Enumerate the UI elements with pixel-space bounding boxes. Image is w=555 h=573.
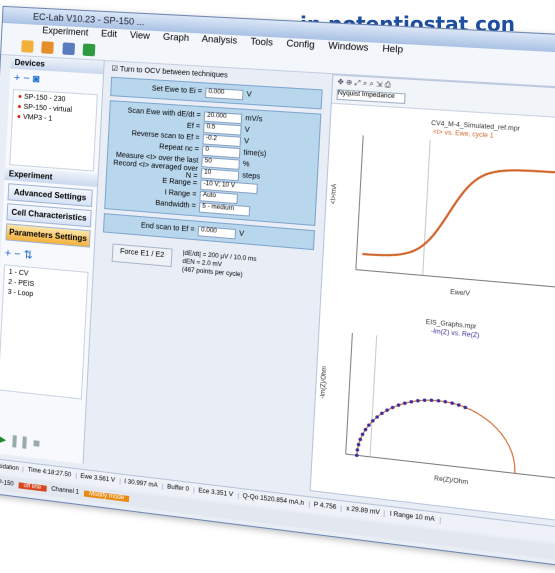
status-state: Oxidation bbox=[0, 462, 24, 473]
nyquist-point bbox=[463, 405, 468, 410]
chart2-ylabel: -Im(Z)/Ohm bbox=[320, 366, 328, 399]
nyquist-point bbox=[355, 447, 360, 452]
remove-technique-icon[interactable]: − bbox=[14, 248, 21, 261]
status-current: I 30.997 mA bbox=[119, 478, 164, 490]
chart1-ylabel: <I>/mA bbox=[331, 184, 339, 205]
save-icon[interactable] bbox=[62, 42, 75, 56]
bandwidth-select[interactable]: 5 - medium bbox=[198, 201, 251, 217]
end-input[interactable]: 0.000 bbox=[197, 225, 237, 239]
status-x: x 29.89 mV bbox=[341, 505, 386, 518]
nyquist-point bbox=[443, 399, 448, 404]
menu-edit[interactable]: Edit bbox=[101, 28, 117, 39]
parameters-area: ☑ Turn to OCV between techniques Set Ewe… bbox=[91, 61, 324, 490]
status-buffer: Buffer 0 bbox=[162, 483, 195, 494]
scan-panel: Scan Ewe with dE/dt = 20.000 mV/s Ef = 0.5 V… bbox=[104, 100, 322, 227]
force-button[interactable]: Force E1 / E2 bbox=[111, 243, 173, 268]
chart1-xlabel: Ewe/V bbox=[450, 290, 470, 298]
remove-device-icon[interactable]: − bbox=[23, 72, 30, 84]
nyquist-point bbox=[354, 453, 359, 458]
channel-label[interactable]: Channel 1 bbox=[46, 486, 84, 497]
chart1-legend: <I> vs. Ewe, cycle 1 bbox=[433, 129, 495, 140]
status-irange: I Range 10 mA bbox=[385, 510, 441, 524]
open-icon[interactable] bbox=[21, 40, 34, 53]
nyquist-point bbox=[450, 401, 455, 406]
menu-help[interactable]: Help bbox=[382, 43, 403, 55]
graph-area: CV4_M-4_Simulated_ref.mpr <I> vs. Ewe, c… bbox=[320, 121, 555, 486]
scan-info: |dE/dt| = 200 µV / 10.0 ms dEN = 2.0 mV … bbox=[182, 250, 257, 281]
device-icon[interactable]: ◙ bbox=[32, 73, 39, 85]
status-charge: Q-Qo 1520.854 mA.h bbox=[238, 492, 310, 508]
cv-curve bbox=[362, 159, 555, 271]
device-list: ● SP-150 - 230 ● SP-150 - virtual ● VMP3… bbox=[9, 88, 98, 172]
device-name: SP-150 bbox=[0, 479, 14, 488]
run-controls: ▶ ❚❚ ■ bbox=[0, 431, 41, 450]
set-input[interactable]: 0.000 bbox=[204, 87, 244, 100]
graph-panel: ✥ ⊕ ⤢ ⌕ ⌕ ⇲ ⎙ Nyquist Impedance CV4_M-4_… bbox=[309, 74, 555, 527]
menu-view[interactable]: View bbox=[130, 30, 151, 41]
status-ece: Ece 3.351 V bbox=[194, 487, 239, 500]
nyquist-points bbox=[354, 398, 468, 458]
add-device-icon[interactable]: + bbox=[14, 72, 21, 84]
chart2-xlabel: Re(Z)/Ohm bbox=[434, 476, 468, 486]
nyquist-point bbox=[456, 403, 461, 407]
nyquist-point bbox=[409, 399, 414, 404]
nyquist-fit-curve bbox=[357, 393, 519, 474]
menu-experiment[interactable]: Experiment bbox=[42, 25, 89, 38]
app-window: EC-Lab V10.23 - SP-150 ... Experiment Ed… bbox=[0, 5, 555, 573]
status-p: P 4.756 bbox=[309, 501, 342, 512]
stop-icon[interactable]: ■ bbox=[33, 436, 41, 451]
menu-graph[interactable]: Graph bbox=[163, 31, 190, 43]
menu-tools[interactable]: Tools bbox=[250, 36, 273, 48]
left-panel: Devices + − ◙ ● SP-150 - 230 ● SP-150 - … bbox=[0, 55, 105, 464]
nyquist-point bbox=[436, 398, 441, 403]
pause-icon[interactable]: ❚❚ bbox=[9, 433, 30, 449]
nyquist-point bbox=[429, 398, 434, 403]
nyquist-point bbox=[390, 405, 395, 410]
end-label: End scan to Ef = bbox=[140, 222, 195, 234]
add-technique-icon[interactable]: + bbox=[4, 247, 11, 260]
play-icon[interactable]: ▶ bbox=[0, 431, 7, 446]
nyquist-point bbox=[358, 437, 363, 442]
folder-icon[interactable] bbox=[41, 41, 55, 55]
nyquist-point bbox=[416, 398, 420, 403]
nyquist-point bbox=[356, 442, 361, 447]
status-time: Time 4:18:27.50 bbox=[23, 466, 77, 480]
status-ewe: Ewe 3.561 V bbox=[76, 473, 121, 485]
technique-list: 1 - CV 2 - PEIS 3 - Loop bbox=[0, 264, 89, 400]
offline-badge: off line bbox=[18, 482, 47, 492]
move-technique-icon[interactable]: ⇅ bbox=[23, 249, 33, 262]
run-icon[interactable] bbox=[82, 43, 96, 57]
scan-unit: mV/s bbox=[245, 115, 263, 124]
nyquist-point bbox=[402, 401, 407, 406]
nyquist-point bbox=[396, 403, 401, 408]
ocv-checkbox[interactable]: ☑ bbox=[111, 66, 118, 74]
set-label: Set Ewe to Ei = bbox=[151, 85, 203, 96]
menu-analysis[interactable]: Analysis bbox=[201, 33, 237, 45]
menu-config[interactable]: Config bbox=[286, 38, 315, 50]
nyquist-point bbox=[422, 398, 427, 403]
modify-mode-badge: Modify mode bbox=[83, 490, 130, 503]
menu-windows[interactable]: Windows bbox=[328, 40, 369, 53]
